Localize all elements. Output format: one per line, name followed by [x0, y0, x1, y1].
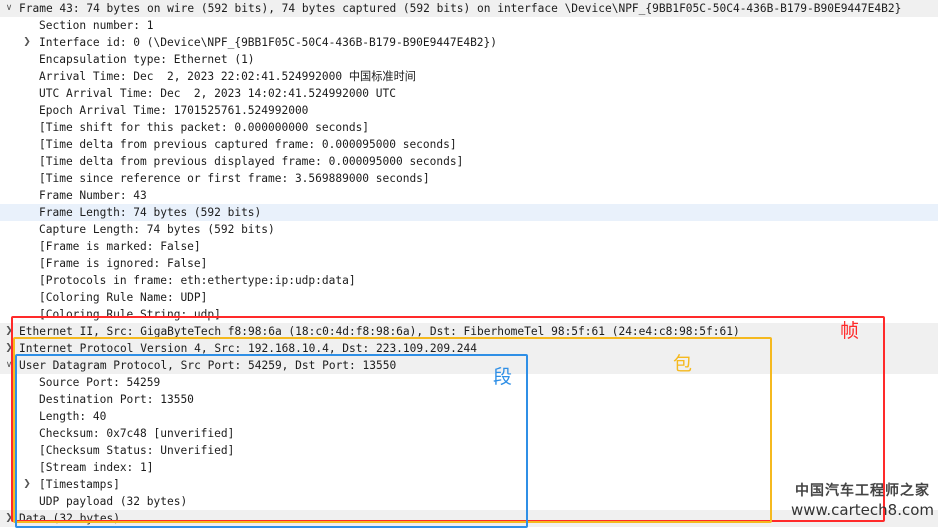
field-tree-row[interactable]: Destination Port: 13550: [0, 391, 938, 408]
tree-row-label: [Frame is marked: False]: [39, 240, 201, 253]
chevron-right-icon[interactable]: ❯: [3, 510, 15, 527]
watermark: 中国汽车工程师之家 www.cartech8.com: [790, 482, 935, 520]
tree-row-label: Data (32 bytes): [19, 512, 121, 525]
tree-row-label: Interface id: 0 (\Device\NPF_{9BB1F05C-5…: [39, 36, 498, 49]
tree-row-label: [Coloring Rule String: udp]: [39, 308, 221, 321]
field-tree-row[interactable]: [Time delta from previous captured frame…: [0, 136, 938, 153]
tree-row-label: User Datagram Protocol, Src Port: 54259,…: [19, 359, 397, 372]
tree-row-label: Arrival Time: Dec 2, 2023 22:02:41.52499…: [39, 70, 416, 83]
field-tree-row[interactable]: Checksum: 0x7c48 [unverified]: [0, 425, 938, 442]
tree-row-label: UTC Arrival Time: Dec 2, 2023 14:02:41.5…: [39, 87, 396, 100]
field-tree-row[interactable]: Source Port: 54259: [0, 374, 938, 391]
tree-row-label: Destination Port: 13550: [39, 393, 194, 406]
tree-row-label: Ethernet II, Src: GigaByteTech_f8:98:6a …: [19, 325, 740, 338]
packet-details-tree: ∨ Frame 43: 74 bytes on wire (592 bits), …: [0, 0, 938, 529]
tree-row-label: Frame Length: 74 bytes (592 bits): [39, 206, 262, 219]
tree-row-label: Frame 43: 74 bytes on wire (592 bits), 7…: [19, 2, 902, 15]
chevron-right-icon[interactable]: ❯: [3, 323, 15, 340]
packet-annotation-label: 包: [673, 353, 693, 375]
field-tree-row[interactable]: [Time delta from previous displayed fram…: [0, 153, 938, 170]
tree-row-label: [Time since reference or first frame: 3.…: [39, 172, 430, 185]
field-tree-row[interactable]: Frame Number: 43: [0, 187, 938, 204]
tree-row-label: [Time delta from previous displayed fram…: [39, 155, 464, 168]
field-tree-row[interactable]: Frame Length: 74 bytes (592 bits): [0, 204, 938, 221]
tree-row-label: Checksum: 0x7c48 [unverified]: [39, 427, 235, 440]
field-tree-row[interactable]: Capture Length: 74 bytes (592 bits): [0, 221, 938, 238]
frame-annotation-label: 帧: [840, 320, 860, 342]
tree-row-label: [Time delta from previous captured frame…: [39, 138, 457, 151]
field-tree-row[interactable]: [Frame is ignored: False]: [0, 255, 938, 272]
field-tree-row[interactable]: Epoch Arrival Time: 1701525761.524992000: [0, 102, 938, 119]
field-tree-row[interactable]: [Time shift for this packet: 0.000000000…: [0, 119, 938, 136]
watermark-url: www.cartech8.com: [790, 501, 934, 519]
tree-row-label: [Frame is ignored: False]: [39, 257, 208, 270]
field-tree-row[interactable]: ❯ Interface id: 0 (\Device\NPF_{9BB1F05C-…: [0, 34, 938, 51]
chevron-right-icon[interactable]: ❯: [21, 34, 33, 51]
tree-row-label: Section number: 1: [39, 19, 154, 32]
field-tree-row[interactable]: [Coloring Rule Name: UDP]: [0, 289, 938, 306]
field-tree-row[interactable]: Length: 40: [0, 408, 938, 425]
field-tree-row[interactable]: [Time since reference or first frame: 3.…: [0, 170, 938, 187]
field-tree-row[interactable]: Encapsulation type: Ethernet (1): [0, 51, 938, 68]
field-tree-row[interactable]: Section number: 1: [0, 17, 938, 34]
tree-row-label: [Protocols in frame: eth:ethertype:ip:ud…: [39, 274, 356, 287]
protocol-tree-row[interactable]: ∨ User Datagram Protocol, Src Port: 54259…: [0, 357, 938, 374]
tree-row-label: [Stream index: 1]: [39, 461, 154, 474]
tree-row-label: [Time shift for this packet: 0.000000000…: [39, 121, 370, 134]
tree-row-label: [Timestamps]: [39, 478, 120, 491]
tree-row-label: Internet Protocol Version 4, Src: 192.16…: [19, 342, 478, 355]
field-tree-row[interactable]: [Frame is marked: False]: [0, 238, 938, 255]
tree-row-label: Capture Length: 74 bytes (592 bits): [39, 223, 275, 236]
watermark-chinese-text: 中国汽车工程师之家: [795, 483, 930, 499]
tree-row-label: Source Port: 54259: [39, 376, 161, 389]
tree-row-label: [Coloring Rule Name: UDP]: [39, 291, 208, 304]
field-tree-row[interactable]: [Checksum Status: Unverified]: [0, 442, 938, 459]
field-tree-row[interactable]: [Coloring Rule String: udp]: [0, 306, 938, 323]
chevron-down-icon[interactable]: ∨: [3, 0, 15, 17]
field-tree-row[interactable]: Arrival Time: Dec 2, 2023 22:02:41.52499…: [0, 68, 938, 85]
protocol-tree-row[interactable]: ❯ Ethernet II, Src: GigaByteTech_f8:98:6a…: [0, 323, 938, 340]
chevron-right-icon[interactable]: ❯: [21, 476, 33, 493]
protocol-tree-row[interactable]: ❯ Internet Protocol Version 4, Src: 192.1…: [0, 340, 938, 357]
chevron-right-icon[interactable]: ❯: [3, 340, 15, 357]
field-tree-row[interactable]: [Protocols in frame: eth:ethertype:ip:ud…: [0, 272, 938, 289]
tree-row-label: [Checksum Status: Unverified]: [39, 444, 235, 457]
tree-row-label: Frame Number: 43: [39, 189, 147, 202]
tree-row-label: Encapsulation type: Ethernet (1): [39, 53, 255, 66]
chevron-down-icon[interactable]: ∨: [3, 357, 15, 374]
protocol-tree-row[interactable]: ∨ Frame 43: 74 bytes on wire (592 bits), …: [0, 0, 938, 17]
field-tree-row[interactable]: [Stream index: 1]: [0, 459, 938, 476]
tree-row-label: UDP payload (32 bytes): [39, 495, 188, 508]
tree-row-label: Length: 40: [39, 410, 107, 423]
field-tree-row[interactable]: UTC Arrival Time: Dec 2, 2023 14:02:41.5…: [0, 85, 938, 102]
tree-row-label: Epoch Arrival Time: 1701525761.524992000: [39, 104, 309, 117]
segment-annotation-label: 段: [493, 366, 513, 388]
